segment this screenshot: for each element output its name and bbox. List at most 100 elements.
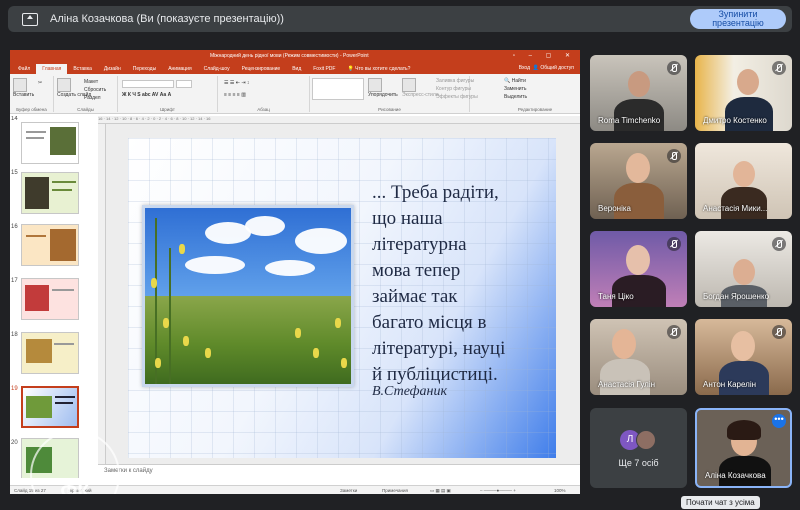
slide-thumbnail-16[interactable] bbox=[21, 224, 79, 266]
quote-line: мова тепер bbox=[372, 260, 461, 281]
participant-tile[interactable]: Антон Карелін bbox=[695, 319, 792, 395]
yellow-flower bbox=[295, 328, 301, 338]
participant-tile[interactable]: Таня Ціко bbox=[590, 231, 687, 307]
shape-effects-button[interactable]: Эффекты фигуры bbox=[436, 94, 478, 100]
thumb-image bbox=[26, 396, 52, 418]
person-head bbox=[737, 69, 759, 95]
tab-insert[interactable]: Вставка bbox=[67, 64, 98, 74]
slide-thumbnail-18[interactable] bbox=[21, 332, 79, 374]
shape-outline-button[interactable]: Контур фигуры bbox=[436, 86, 471, 92]
window-controls[interactable]: ▫ – ▢ ✕ bbox=[513, 52, 576, 59]
find-button[interactable]: 🔍 Найти bbox=[504, 78, 526, 84]
font-size-select[interactable] bbox=[176, 80, 192, 88]
person-body bbox=[721, 187, 767, 219]
slides-label: Слайды bbox=[77, 107, 94, 112]
tell-me-box[interactable]: 💡 Что вы хотите сделать? bbox=[341, 64, 416, 74]
ribbon-home: Вставить ✂ Буфер обмена Создать слайд Ма… bbox=[10, 74, 580, 114]
person-head bbox=[733, 161, 755, 187]
thumb-text-line bbox=[52, 289, 74, 291]
tab-animation[interactable]: Анимация bbox=[162, 64, 197, 74]
sign-in-link[interactable]: Вход bbox=[519, 65, 530, 71]
notes-pane[interactable]: Заметки к слайду bbox=[98, 464, 580, 478]
meadow bbox=[145, 296, 351, 384]
tab-transitions[interactable]: Переходы bbox=[127, 64, 162, 74]
layout-button[interactable]: Макет bbox=[84, 79, 98, 85]
quote-author[interactable]: В.Стефаник bbox=[372, 384, 447, 400]
quote-line: багато місця в bbox=[372, 312, 487, 333]
self-video-tile[interactable]: ••• Аліна Козачкова bbox=[695, 408, 792, 488]
current-slide[interactable]: ... Треба радіти, що наша літературна мо… bbox=[128, 138, 556, 458]
zoom-slider[interactable]: – ────●──── + bbox=[480, 488, 516, 493]
tab-review[interactable]: Рецензирование bbox=[236, 64, 287, 74]
participant-tile[interactable]: Дмитро Костенко bbox=[695, 55, 792, 131]
slide-thumbnail-14[interactable] bbox=[21, 122, 79, 164]
horizontal-ruler: 16 · 14 · 12 · 10 · 8 · 6 · 4 · 2 · 0 · … bbox=[98, 116, 580, 124]
tab-slideshow[interactable]: Слайд-шоу bbox=[198, 64, 236, 74]
presenting-title: Аліна Козачкова (Ви (показуєте презентац… bbox=[50, 13, 284, 25]
reset-button[interactable]: Сбросить bbox=[84, 87, 106, 93]
align-icons[interactable]: ≡ ≡ ≡ ≡ ▥ bbox=[224, 92, 246, 98]
person-body bbox=[612, 275, 666, 307]
tab-design[interactable]: Дизайн bbox=[98, 64, 127, 74]
quote-line: літературна bbox=[372, 234, 467, 255]
thumb-image bbox=[50, 127, 76, 155]
participant-name: Анастасія Гулін bbox=[598, 380, 656, 389]
thumb-image bbox=[25, 177, 49, 209]
slide-thumbnail-17[interactable] bbox=[21, 278, 79, 320]
vertical-ruler bbox=[98, 124, 106, 464]
replace-button[interactable]: Заменить bbox=[504, 86, 526, 92]
notes-toggle[interactable]: Заметки bbox=[340, 488, 357, 493]
person-body bbox=[725, 97, 773, 131]
participant-tile[interactable]: Roma Timchenko bbox=[590, 55, 687, 131]
quote-line: літературі, науці bbox=[372, 338, 506, 359]
more-vert-icon[interactable]: ••• bbox=[772, 414, 786, 428]
bold-icon[interactable]: Ж К Ч S abc AV Аа A bbox=[122, 92, 171, 98]
thumb-text-line bbox=[26, 235, 46, 237]
select-button[interactable]: Выделить bbox=[504, 94, 527, 100]
tab-file[interactable]: Файл bbox=[12, 64, 36, 74]
thumb-number: 16 bbox=[11, 224, 18, 230]
shapes-gallery[interactable] bbox=[312, 78, 364, 100]
meadow-photo[interactable] bbox=[142, 205, 354, 387]
slide-thumbnail-19[interactable] bbox=[21, 386, 79, 428]
tab-foxit[interactable]: Foxit PDF bbox=[307, 64, 341, 74]
thumb-image bbox=[50, 229, 76, 261]
group-editing: 🔍 Найти Заменить Выделить Редактирование bbox=[500, 76, 570, 112]
list-icons[interactable]: ☰ ☰ ⇤ ⇥ ↕ bbox=[224, 80, 249, 86]
zoom-level[interactable]: 100% bbox=[554, 488, 566, 493]
participant-tile[interactable]: Анастасія Мики... bbox=[695, 143, 792, 219]
slide-editor[interactable]: ... Треба радіти, що наша літературна мо… bbox=[106, 124, 580, 464]
find-icon: 🔍 bbox=[504, 78, 511, 84]
arrange-button[interactable]: Упорядочить bbox=[368, 78, 398, 98]
font-name-select[interactable] bbox=[122, 80, 174, 88]
participant-tile[interactable]: Богдан Ярошенко bbox=[695, 231, 792, 307]
tab-home[interactable]: Главная bbox=[36, 64, 68, 74]
paste-button[interactable]: Вставить bbox=[13, 78, 34, 98]
mic-off-icon bbox=[667, 237, 681, 251]
shape-fill-button[interactable]: Заливка фигуры bbox=[436, 78, 474, 84]
person-body bbox=[719, 361, 769, 395]
view-buttons[interactable]: ▭ ▦ ▤ ▣ bbox=[430, 488, 451, 494]
comments-toggle[interactable]: Примечания bbox=[382, 488, 408, 493]
participant-name: Анастасія Мики... bbox=[703, 204, 768, 213]
section-button[interactable]: Раздел bbox=[84, 95, 101, 101]
thumb-image bbox=[25, 285, 49, 311]
slide-thumbnail-15[interactable] bbox=[21, 172, 79, 214]
present-screen-icon bbox=[22, 12, 38, 26]
participant-tile[interactable]: Анастасія Гулін bbox=[590, 319, 687, 395]
cut-icon[interactable]: ✂ bbox=[38, 80, 42, 86]
thumb-number: 17 bbox=[11, 278, 18, 284]
cloud bbox=[245, 216, 285, 236]
slide-thumbnails-pane[interactable]: 14 15 16 17 18 19 20 bbox=[10, 116, 97, 478]
stop-presenting-button[interactable]: Зупинити презентацію bbox=[690, 9, 786, 29]
find-label: Найти bbox=[511, 78, 526, 84]
participant-tile[interactable]: Вероніка bbox=[590, 143, 687, 219]
more-participants-tile[interactable]: Л Ще 7 осіб bbox=[590, 408, 687, 488]
person-head bbox=[626, 153, 650, 183]
mic-off-icon bbox=[667, 325, 681, 339]
quick-styles-button[interactable]: Экспресс-стили bbox=[402, 78, 439, 98]
yellow-flower bbox=[183, 336, 189, 346]
tab-view[interactable]: Вид bbox=[286, 64, 307, 74]
quote-text[interactable]: ... Треба радіти, що наша літературна мо… bbox=[372, 180, 552, 388]
share-button[interactable]: Общий доступ bbox=[540, 65, 574, 71]
